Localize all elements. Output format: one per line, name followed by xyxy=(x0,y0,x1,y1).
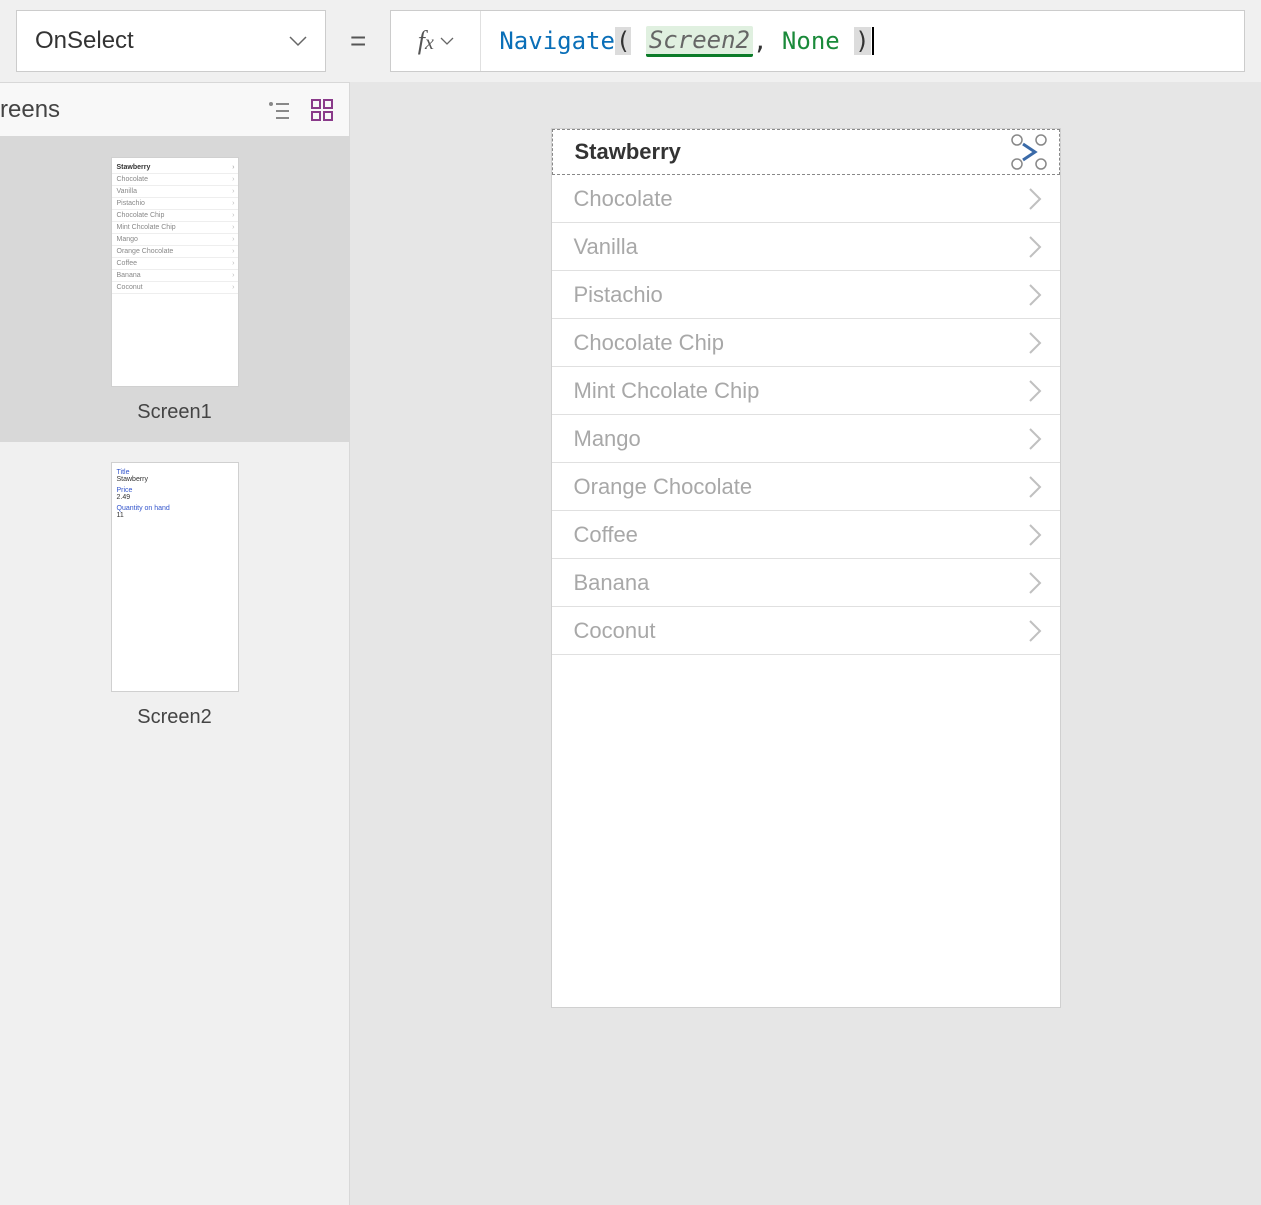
screen1-preview: Stawberry› Chocolate› Vanilla› Pistachio… xyxy=(111,157,239,387)
thumb-field-label: Quantity on hand xyxy=(112,503,238,512)
device-preview: Stawberry Chocolate Vanilla xyxy=(551,128,1061,1008)
thumb-row: Pistachio› xyxy=(112,198,238,210)
canvas-area[interactable]: Stawberry Chocolate Vanilla xyxy=(350,82,1261,1205)
formula-bar: fx Navigate( Screen2, None ) xyxy=(390,10,1245,72)
thumb-field-label: Title xyxy=(112,467,238,476)
screen-thumbnail-1[interactable]: Stawberry› Chocolate› Vanilla› Pistachio… xyxy=(0,137,349,442)
thumb-row: Coffee› xyxy=(112,258,238,270)
fx-button[interactable]: fx xyxy=(391,11,481,71)
screens-panel-title: reens xyxy=(0,96,60,124)
chevron-right-icon[interactable] xyxy=(1028,283,1042,307)
gallery-row[interactable]: Coconut xyxy=(552,607,1060,655)
gallery-item-label: Mint Chcolate Chip xyxy=(574,378,760,404)
screens-panel: reens Stawberry› xyxy=(0,82,350,1205)
chevron-right-icon[interactable] xyxy=(1028,571,1042,595)
screens-panel-view-icons xyxy=(267,99,333,121)
chevron-down-icon xyxy=(289,36,307,47)
selection-handles[interactable] xyxy=(1009,132,1049,172)
thumb-field-value: Stawberry xyxy=(112,476,238,485)
thumb-row: Chocolate› xyxy=(112,174,238,186)
thumb-row: Mango› xyxy=(112,234,238,246)
gallery-item-label: Vanilla xyxy=(574,234,638,260)
screen-thumbnails: Stawberry› Chocolate› Vanilla› Pistachio… xyxy=(0,137,349,747)
gallery-row[interactable]: Chocolate xyxy=(552,175,1060,223)
thumb-field-label: Price xyxy=(112,485,238,494)
gallery-item-label: Chocolate Chip xyxy=(574,330,724,356)
property-dropdown[interactable]: OnSelect xyxy=(16,10,326,72)
chevron-right-icon[interactable] xyxy=(1028,235,1042,259)
gallery-row[interactable]: Banana xyxy=(552,559,1060,607)
paren-close: ) xyxy=(854,27,870,55)
thumb-row: Mint Chcolate Chip› xyxy=(112,222,238,234)
screen-thumbnail-1-label: Screen1 xyxy=(137,401,212,424)
gallery-row[interactable]: Chocolate Chip xyxy=(552,319,1060,367)
gallery-row[interactable]: Orange Chocolate xyxy=(552,463,1060,511)
chevron-down-icon xyxy=(440,37,454,46)
formula-arg-transition: None xyxy=(782,27,840,55)
gallery-item-label: Coffee xyxy=(574,522,638,548)
gallery-item-label: Mango xyxy=(574,426,641,452)
comma: , xyxy=(753,27,767,55)
thumb-row: Orange Chocolate› xyxy=(112,246,238,258)
thumb-field-value: 11 xyxy=(112,512,238,521)
chevron-right-icon[interactable] xyxy=(1028,331,1042,355)
gallery-item-label: Pistachio xyxy=(574,282,663,308)
chevron-right-icon[interactable] xyxy=(1028,427,1042,451)
gallery-item-label: Stawberry xyxy=(575,139,681,165)
screen-thumbnail-2[interactable]: Title Stawberry Price 2.49 Quantity on h… xyxy=(0,442,349,747)
screen2-preview: Title Stawberry Price 2.49 Quantity on h… xyxy=(111,462,239,692)
chevron-right-icon[interactable] xyxy=(1028,187,1042,211)
screen-thumbnail-2-label: Screen2 xyxy=(137,706,212,729)
property-dropdown-value: OnSelect xyxy=(35,27,134,55)
thumb-row: Stawberry› xyxy=(112,162,238,174)
tree-view-icon[interactable] xyxy=(267,100,291,120)
thumb-row: Chocolate Chip› xyxy=(112,210,238,222)
text-cursor xyxy=(872,27,874,55)
thumb-row: Banana› xyxy=(112,270,238,282)
gallery-row[interactable]: Mango xyxy=(552,415,1060,463)
thumbnail-view-icon[interactable] xyxy=(311,99,333,121)
chevron-right-icon[interactable] xyxy=(1028,523,1042,547)
gallery-item-label: Orange Chocolate xyxy=(574,474,753,500)
thumb-row: Vanilla› xyxy=(112,186,238,198)
formula-arg-screen: Screen2 xyxy=(646,26,753,57)
formula-toolbar: OnSelect = fx Navigate( Screen2, None ) xyxy=(0,0,1261,82)
paren-open: ( xyxy=(615,27,631,55)
thumb-row: Coconut› xyxy=(112,282,238,294)
gallery-row[interactable]: Mint Chcolate Chip xyxy=(552,367,1060,415)
thumb-field-value: 2.49 xyxy=(112,494,238,503)
formula-input[interactable]: Navigate( Screen2, None ) xyxy=(481,26,873,57)
formula-function: Navigate xyxy=(499,27,615,55)
gallery-row[interactable]: Coffee xyxy=(552,511,1060,559)
main-area: reens Stawberry› xyxy=(0,82,1261,1205)
equals-sign: = xyxy=(346,25,370,57)
screens-panel-header: reens xyxy=(0,83,349,137)
gallery-row[interactable]: Pistachio xyxy=(552,271,1060,319)
chevron-right-icon[interactable] xyxy=(1028,619,1042,643)
gallery-row-selected[interactable]: Stawberry xyxy=(552,129,1060,175)
fx-label: fx xyxy=(418,26,434,56)
gallery-row[interactable]: Vanilla xyxy=(552,223,1060,271)
chevron-right-icon[interactable] xyxy=(1028,379,1042,403)
gallery-item-label: Banana xyxy=(574,570,650,596)
chevron-right-icon[interactable] xyxy=(1028,475,1042,499)
gallery-item-label: Coconut xyxy=(574,618,656,644)
gallery-item-label: Chocolate xyxy=(574,186,673,212)
